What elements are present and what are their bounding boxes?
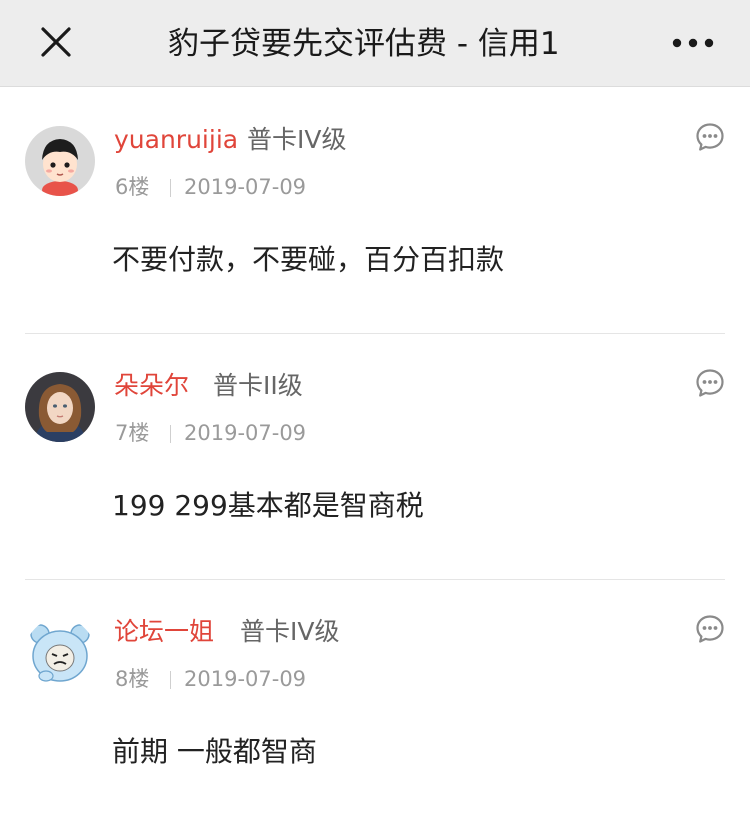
username[interactable]: yuanruijia [114,120,238,160]
cartoon-kid-avatar-icon[interactable] [25,126,95,196]
meta-separator [170,425,171,443]
comment-item: 论坛一姐 普卡IV级 8楼 2019-07-09 前期 一般都智商 [0,580,750,826]
comment-text: 不要付款，不要碰，百分百扣款 [112,243,505,276]
floor-number: 7楼 [115,421,150,445]
top-navigation-bar: 豹子贷要先交评估费 - 信用1 [0,0,750,87]
meta-separator [170,671,171,689]
reply-comment-icon[interactable] [695,122,725,152]
meta-separator [170,179,171,197]
floor-number: 8楼 [115,667,150,691]
comment-text: 199 299基本都是智商税 [112,489,424,522]
girl-photo-avatar-icon[interactable] [25,372,95,442]
page-title: 豹子贷要先交评估费 - 信用1 [168,26,560,62]
reply-comment-icon[interactable] [695,368,725,398]
username[interactable]: 朵朵尔 [114,366,189,406]
reply-comment-icon[interactable] [695,614,725,644]
username[interactable]: 论坛一姐 [114,612,214,652]
user-level-badge: 普卡II级 [213,371,303,400]
close-icon[interactable] [36,22,76,62]
user-level-badge: 普卡IV级 [240,617,340,646]
user-level-badge: 普卡IV级 [247,125,347,154]
more-dots-icon[interactable] [670,34,716,52]
comment-date: 2019-07-09 [184,667,307,691]
comment-item: yuanruijia 普卡IV级 6楼 2019-07-09 不要付款，不要碰，… [0,88,750,334]
comment-item: 朵朵尔 普卡II级 7楼 2019-07-09 199 299基本都是智商税 [0,334,750,580]
comment-date: 2019-07-09 [184,175,307,199]
comment-date: 2019-07-09 [184,421,307,445]
blue-bear-meme-avatar-icon[interactable] [25,618,95,688]
floor-number: 6楼 [115,175,150,199]
comment-text: 前期 一般都智商 [112,735,317,768]
